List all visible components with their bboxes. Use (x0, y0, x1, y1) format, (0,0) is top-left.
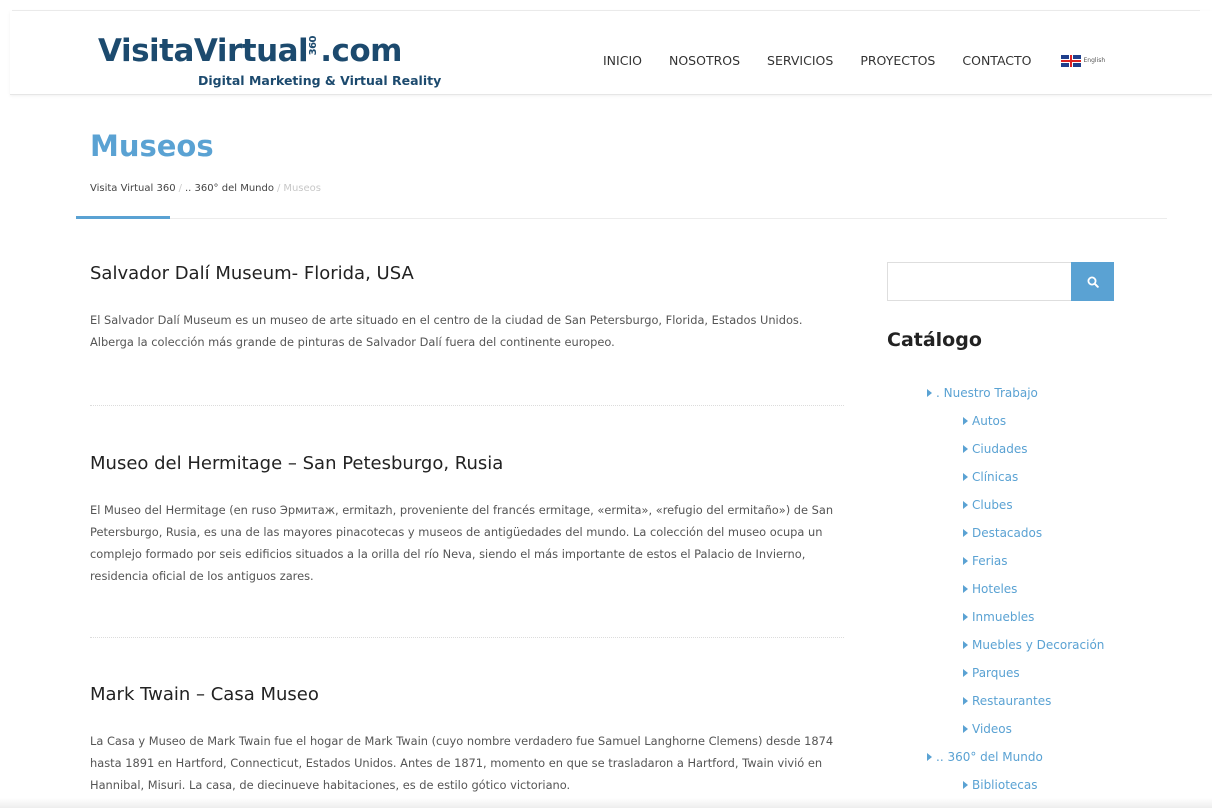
article-title[interactable]: Mark Twain – Casa Museo (90, 684, 846, 705)
article-mark-twain: Mark Twain – Casa Museo La Casa y Museo … (90, 684, 846, 796)
caret-right-icon (963, 585, 968, 593)
search-input[interactable] (887, 262, 1071, 301)
language-switch[interactable]: English (1060, 54, 1106, 67)
caret-right-icon (963, 613, 968, 621)
nav-item-nosotros[interactable]: NOSOTROS (669, 53, 740, 68)
search-icon (1087, 276, 1099, 288)
breadcrumb-separator: / (276, 183, 281, 194)
caret-right-icon (927, 753, 932, 761)
catalog-subitem[interactable]: Parques (927, 663, 1104, 691)
caret-right-icon (963, 417, 968, 425)
catalog-item[interactable]: .. 360° del Mundo (927, 747, 1104, 775)
catalog-subitem[interactable]: Ciudades (927, 439, 1104, 467)
nav-item-inicio[interactable]: INICIO (603, 53, 642, 68)
language-label: English (1083, 57, 1106, 64)
caret-right-icon (963, 445, 968, 453)
title-divider (76, 218, 1167, 219)
article-dali: Salvador Dalí Museum- Florida, USA El Sa… (90, 263, 846, 353)
catalog-subitem[interactable]: Autos (927, 411, 1104, 439)
nav-item-proyectos[interactable]: PROYECTOS (860, 53, 935, 68)
caret-right-icon (963, 697, 968, 705)
article-title[interactable]: Museo del Hermitage – San Petesburgo, Ru… (90, 453, 846, 474)
article-divider (90, 405, 844, 406)
bottom-shadow (0, 798, 1212, 808)
search-button[interactable] (1071, 262, 1114, 301)
breadcrumb-category[interactable]: .. 360° del Mundo (185, 183, 274, 194)
caret-right-icon (963, 641, 968, 649)
catalog-subitem[interactable]: Destacados (927, 523, 1104, 551)
article-excerpt: La Casa y Museo de Mark Twain fue el hog… (90, 734, 834, 792)
title-accent-bar (76, 216, 170, 219)
page-title: Museos (90, 129, 214, 163)
nav-item-servicios[interactable]: SERVICIOS (767, 53, 833, 68)
caret-right-icon (963, 501, 968, 509)
uk-flag-icon (1060, 54, 1081, 67)
breadcrumb-home[interactable]: Visita Virtual 360 (90, 183, 176, 194)
catalog-subitem[interactable]: Clínicas (927, 467, 1104, 495)
logo-wordmark: VisitaVirtual360.com (98, 33, 402, 69)
catalog-subitem[interactable]: Restaurantes (927, 691, 1104, 719)
catalog-list: . Nuestro Trabajo Autos Ciudades Clínica… (927, 383, 1104, 803)
catalog-subitem[interactable]: Videos (927, 719, 1104, 747)
catalog-item[interactable]: . Nuestro Trabajo (927, 383, 1104, 411)
breadcrumb-current: Museos (283, 183, 321, 194)
breadcrumb: Visita Virtual 360/.. 360° del Mundo / Mus… (90, 183, 321, 194)
article-hermitage: Museo del Hermitage – San Petesburgo, Ru… (90, 453, 846, 587)
breadcrumb-separator: / (178, 183, 182, 194)
caret-right-icon (963, 669, 968, 677)
site-logo[interactable]: VisitaVirtual360.com Digital Marketing &… (90, 21, 460, 91)
catalog-subitem[interactable]: Hoteles (927, 579, 1104, 607)
caret-right-icon (963, 473, 968, 481)
search-box (887, 262, 1114, 301)
caret-right-icon (963, 725, 968, 733)
caret-right-icon (963, 781, 968, 789)
catalog-subitem[interactable]: Inmuebles (927, 607, 1104, 635)
caret-right-icon (963, 557, 968, 565)
catalog-subitem[interactable]: Ferias (927, 551, 1104, 579)
logo-tagline: Digital Marketing & Virtual Reality (198, 73, 442, 88)
caret-right-icon (963, 529, 968, 537)
main-nav: INICIO NOSOTROS SERVICIOS PROYECTOS CONT… (603, 53, 1105, 68)
nav-item-contacto[interactable]: CONTACTO (962, 53, 1031, 68)
article-excerpt: El Salvador Dalí Museum es un museo de a… (90, 313, 803, 349)
article-divider (90, 637, 844, 638)
article-excerpt: El Museo del Hermitage (en ruso Эрмитаж,… (90, 503, 834, 583)
article-title[interactable]: Salvador Dalí Museum- Florida, USA (90, 263, 846, 284)
caret-right-icon (927, 389, 932, 397)
catalog-title: Catálogo (887, 329, 982, 351)
catalog-subitem[interactable]: Muebles y Decoración (927, 635, 1104, 663)
catalog-subitem[interactable]: Clubes (927, 495, 1104, 523)
